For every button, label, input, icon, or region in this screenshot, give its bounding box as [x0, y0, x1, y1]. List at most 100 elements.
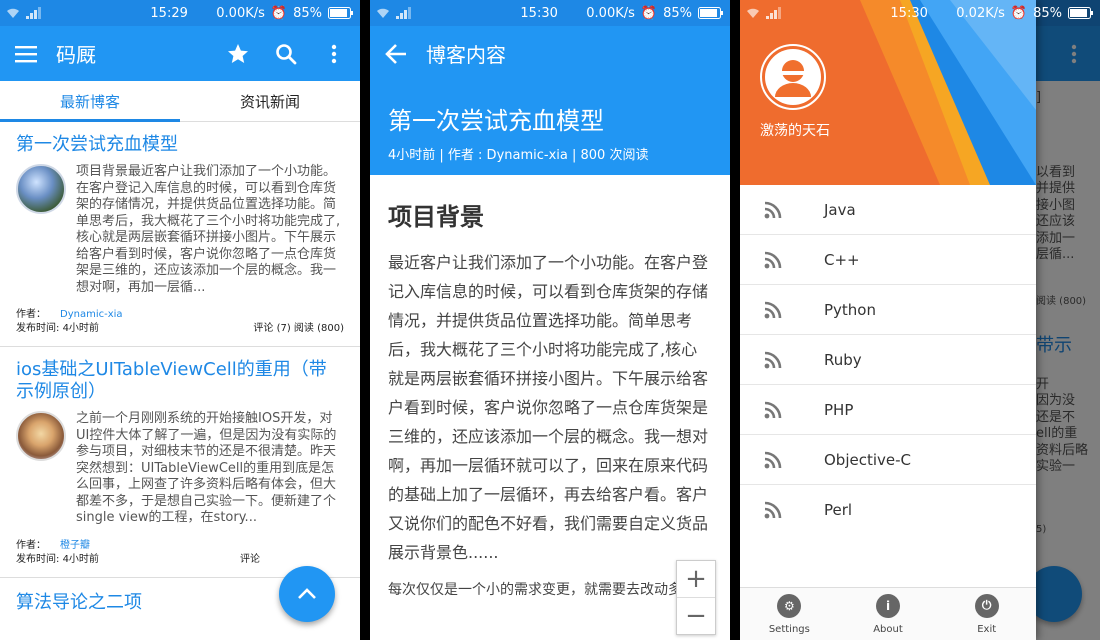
more-vert-icon — [331, 44, 337, 63]
drawer-screen: ] 以看到 并提供 接小图 还应该 添加一 层循... 阅读 (800) 带示 … — [740, 0, 1100, 640]
article-title: 第一次尝试充血模型 — [388, 107, 604, 135]
clock: 15:30 — [890, 5, 928, 21]
tab-news[interactable]: 资讯新闻 — [180, 81, 360, 121]
feed-item-cpp[interactable]: C++ — [740, 235, 1036, 285]
drawer-footer: ⚙ Settings i About ⏻ Exit — [740, 587, 1036, 640]
feed-label: Ruby — [824, 350, 862, 369]
post-title[interactable]: ios基础之UITableViewCell的重用（带示例原创） — [16, 359, 344, 403]
settings-button[interactable]: ⚙ Settings — [740, 588, 839, 640]
article-body: 项目背景 最近客户让我们添加了一个小功能。在客户登记入库信息的时候，可以看到仓库… — [370, 175, 730, 619]
about-button[interactable]: i About — [839, 588, 938, 640]
alarm-icon: ⏰ — [640, 5, 658, 21]
feed-label: C++ — [824, 250, 860, 269]
time-label: 发布时间: — [16, 553, 63, 565]
clock: 15:30 — [520, 5, 558, 21]
network-speed: 0.00K/s — [586, 5, 635, 21]
power-icon: ⏻ — [974, 593, 999, 618]
feed-item-perl[interactable]: Perl — [740, 485, 1036, 534]
rss-icon — [764, 451, 782, 468]
rss-icon — [764, 251, 782, 268]
arrow-back-icon — [385, 43, 406, 64]
section-heading: 项目背景 — [388, 203, 484, 231]
feed-item-java[interactable]: Java — [740, 185, 1036, 235]
rss-icon — [764, 501, 782, 518]
signal-icon — [396, 7, 411, 19]
author-label: 作者： — [16, 309, 46, 320]
article-paragraph: 最近客户让我们添加了一个小功能。在客户登记入库信息的时候，可以看到仓库货架的存储… — [388, 253, 709, 562]
info-icon: i — [876, 593, 900, 618]
scroll-top-fab[interactable] — [279, 566, 335, 622]
battery-percent: 85% — [663, 5, 692, 21]
exit-button[interactable]: ⏻ Exit — [937, 588, 1036, 640]
author-link[interactable]: Dynamic-xia — [60, 309, 123, 320]
feed-label: PHP — [824, 400, 854, 419]
feed-list: Java C++ Python Ruby PHP Objective-C Per… — [740, 185, 1036, 534]
zoom-controls: + − — [676, 560, 716, 635]
feed-label: Java — [824, 200, 856, 219]
feed-item-objective-c[interactable]: Objective-C — [740, 435, 1036, 485]
favorites-button[interactable] — [226, 42, 250, 66]
author-label: 作者： — [16, 539, 46, 551]
back-button[interactable] — [384, 42, 408, 66]
post-title[interactable]: 第一次尝试充血模型 — [16, 134, 344, 156]
zoom-in-button[interactable]: + — [677, 561, 715, 597]
settings-label: Settings — [768, 623, 810, 635]
avatar[interactable] — [16, 411, 66, 461]
about-label: About — [873, 623, 903, 635]
network-speed: 0.02K/s — [956, 5, 1005, 21]
time-label: 发布时间: — [16, 323, 63, 334]
avatar[interactable] — [16, 164, 66, 214]
wifi-icon — [377, 8, 389, 18]
chevron-up-icon — [298, 588, 316, 599]
battery-icon — [328, 7, 353, 19]
battery-percent: 85% — [1033, 5, 1062, 21]
exit-label: Exit — [977, 623, 997, 635]
feed-item-python[interactable]: Python — [740, 285, 1036, 335]
status-bar: 15:29 0.00K/s ⏰ 85% — [0, 0, 360, 26]
gear-icon: ⚙ — [777, 593, 802, 618]
star-icon — [228, 43, 248, 63]
rss-icon — [764, 301, 782, 318]
feed-label: Python — [824, 300, 876, 319]
post-meta: 作者： 橙子瓣 发布时间: 4小时前 评论 — [16, 539, 344, 567]
network-speed: 0.00K/s — [216, 5, 265, 21]
feed-item-php[interactable]: PHP — [740, 385, 1036, 435]
clock: 15:29 — [150, 5, 188, 21]
menu-button[interactable] — [14, 42, 38, 66]
feed-label: Perl — [824, 500, 853, 519]
article-meta: 4小时前 | 作者 : Dynamic-xia | 800 次阅读 — [388, 148, 649, 163]
background-content: ] 以看到 并提供 接小图 还应该 添加一 层循... 阅读 (800) 带示 … — [1036, 0, 1100, 640]
hamburger-icon — [15, 45, 37, 62]
username[interactable]: 激荡的天石 — [760, 120, 830, 140]
person-icon — [765, 49, 821, 105]
post-stats: 评论 (7) 阅读 (800) — [253, 323, 344, 334]
post-card[interactable]: ios基础之UITableViewCell的重用（带示例原创） 之前一个月刚刚系… — [0, 347, 360, 578]
alarm-icon: ⏰ — [1010, 5, 1028, 21]
search-button[interactable] — [274, 42, 298, 66]
post-meta: 作者： Dynamic-xia 发布时间: 4小时前 评论 (7) 阅读 (800… — [16, 308, 344, 336]
user-avatar[interactable] — [760, 44, 826, 110]
battery-percent: 85% — [293, 5, 322, 21]
tab-latest-blogs[interactable]: 最新博客 — [0, 81, 180, 122]
signal-icon — [26, 7, 41, 19]
rss-icon — [764, 201, 782, 218]
signal-icon — [766, 7, 781, 19]
zoom-out-button[interactable]: − — [677, 597, 715, 634]
author-link[interactable]: 橙子瓣 — [60, 540, 90, 551]
wifi-icon — [7, 8, 19, 18]
article-screen: 15:30 0.00K/s ⏰ 85% 博客内容 第一次尝试充血模型 4小时前 … — [370, 0, 730, 640]
post-summary: 项目背景最近客户让我们添加了一个小功能。在客户登记入库信息的时候，可以看到仓库货… — [76, 164, 341, 295]
battery-icon — [1068, 7, 1093, 19]
article-paragraph: 每次仅仅是一个小的需求变更，就需要去改动多 — [388, 582, 682, 598]
overflow-menu-button[interactable] — [322, 42, 346, 66]
alarm-icon: ⏰ — [270, 5, 288, 21]
status-bar: 15:30 0.02K/s ⏰ 85% — [740, 0, 1100, 26]
app-bar: 博客内容 — [370, 26, 730, 81]
post-card[interactable]: 第一次尝试充血模型 项目背景最近客户让我们添加了一个小功能。在客户登记入库信息的… — [0, 122, 360, 347]
post-time: 4小时前 — [62, 553, 99, 565]
wifi-icon — [747, 8, 759, 18]
screen-title: 博客内容 — [426, 43, 506, 67]
app-bar: 码厩 — [0, 26, 360, 81]
feed-item-ruby[interactable]: Ruby — [740, 335, 1036, 385]
status-bar: 15:30 0.00K/s ⏰ 85% — [370, 0, 730, 26]
